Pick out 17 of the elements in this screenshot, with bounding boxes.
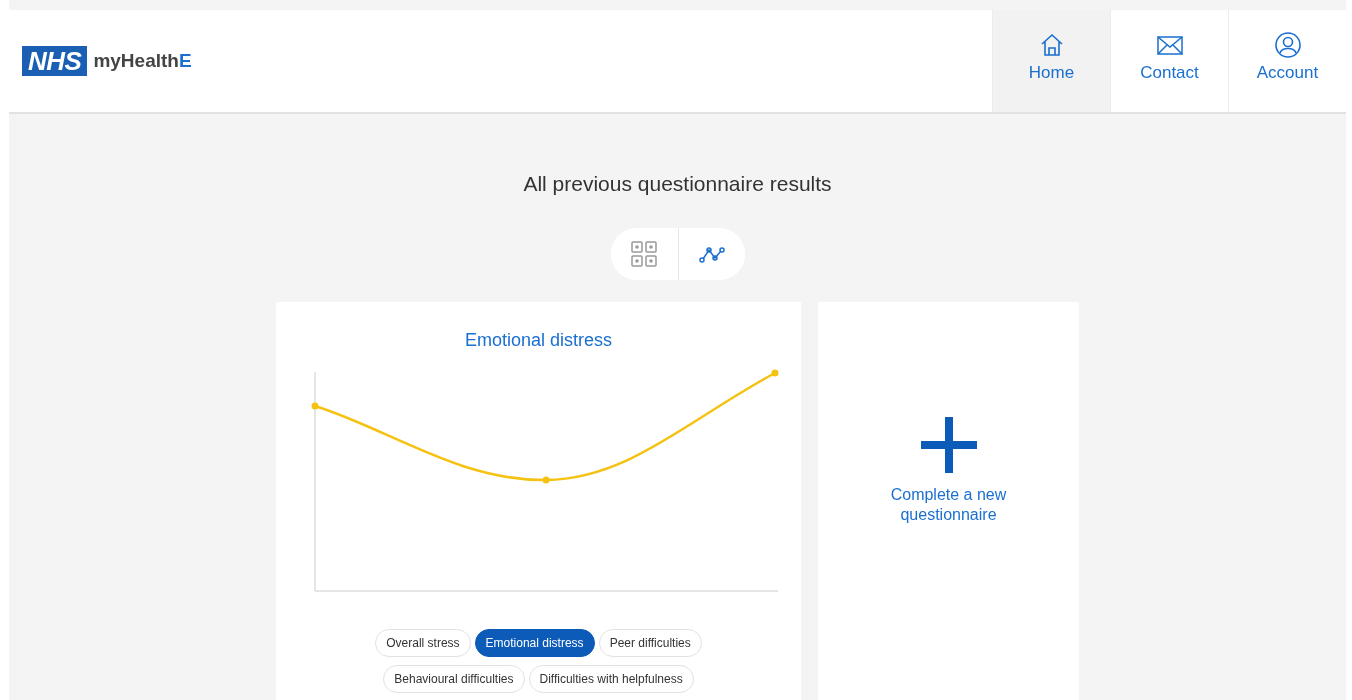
nhs-logo: NHS — [22, 46, 88, 76]
filter-chip[interactable]: Behavioural difficulties — [383, 665, 525, 693]
brand-name: myHealthE — [93, 50, 192, 72]
plus-icon — [920, 417, 977, 473]
filter-chip[interactable]: Emotional distress — [474, 629, 595, 657]
chart-point — [542, 476, 549, 484]
nav-tab[interactable]: Home — [992, 10, 1110, 112]
page-title: All previous questionnaire results — [523, 172, 832, 196]
chart-point — [771, 369, 778, 377]
filter-chip[interactable]: Peer difficulties — [598, 629, 702, 657]
chart-point — [311, 402, 318, 410]
filter-chip[interactable]: Overall stress — [375, 629, 471, 657]
new-questionnaire-button[interactable]: Complete a new questionnaire — [878, 417, 1019, 525]
chart-title: Emotional distress — [464, 330, 613, 351]
filter-chip[interactable]: Difficulties with helpfulness — [528, 665, 694, 693]
user-icon — [1273, 31, 1302, 59]
grid-icon — [630, 240, 658, 268]
